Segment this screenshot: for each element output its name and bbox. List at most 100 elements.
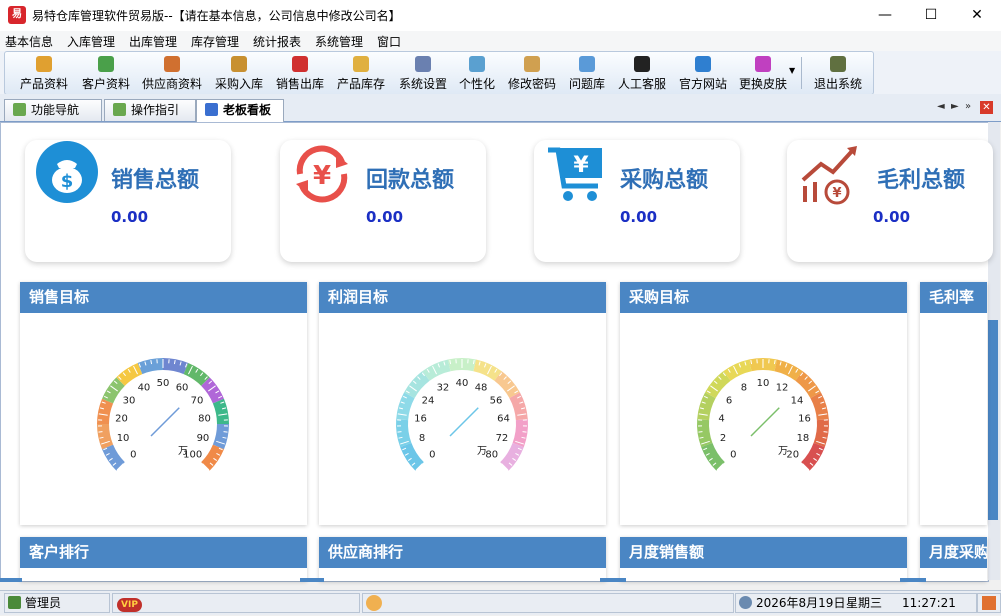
toolbar-product-button[interactable]: 产品资料 bbox=[13, 52, 75, 94]
vertical-scrollbar-thumb[interactable] bbox=[988, 320, 998, 520]
support-avatar-icon[interactable] bbox=[366, 595, 382, 611]
menu-inbound[interactable]: 入库管理 bbox=[67, 33, 115, 50]
gauge-band bbox=[701, 443, 725, 471]
status-home[interactable] bbox=[977, 593, 1001, 613]
toolbar-personalize-button[interactable]: 个性化 bbox=[452, 52, 502, 94]
kpi-card-gross-profit: ¥ 毛利总额 0.00 bbox=[787, 140, 993, 262]
gauge-band bbox=[400, 443, 424, 471]
scroll-thumb[interactable] bbox=[900, 578, 926, 582]
users-icon bbox=[8, 596, 21, 609]
panel-title: 月度销售额 bbox=[620, 537, 907, 568]
gauge-tick bbox=[699, 432, 703, 433]
toolbar: 产品资料 客户资料 供应商资料 采购入库 销售出库 产品库存 系统设置 个性化 … bbox=[0, 51, 1001, 94]
skin-dropdown-arrow-icon[interactable]: ▼ bbox=[789, 66, 795, 75]
toolbar-skin-button[interactable]: 更换皮肤 bbox=[733, 52, 793, 94]
toolbar-settings-button[interactable]: 系统设置 bbox=[392, 52, 454, 94]
toolbar-label: 销售出库 bbox=[269, 75, 331, 92]
gauge-tick-label: 14 bbox=[791, 395, 804, 406]
toolbar-customer-button[interactable]: 客户资料 bbox=[75, 52, 137, 94]
gauge-tick-label: 60 bbox=[176, 383, 189, 394]
menu-outbound[interactable]: 出库管理 bbox=[129, 33, 177, 50]
gauge-tick-label: 0 bbox=[730, 450, 736, 461]
kpi-title: 回款总额 bbox=[366, 162, 454, 194]
gauge-tick bbox=[224, 432, 228, 433]
panel-title: 销售目标 bbox=[20, 282, 307, 313]
kpi-value: 0.00 bbox=[111, 208, 148, 226]
menu-bar: 基本信息 入库管理 出库管理 库存管理 统计报表 系统管理 窗口 bbox=[0, 31, 1001, 51]
shopping-cart-icon: ¥ bbox=[544, 142, 608, 206]
toolbar-support-button[interactable]: 人工客服 bbox=[611, 52, 673, 94]
kpi-card-collection: ¥ 回款总额 0.00 bbox=[280, 140, 486, 262]
scroll-thumb[interactable] bbox=[600, 578, 626, 582]
tab-scroll-left-icon[interactable]: ◄ bbox=[937, 101, 945, 112]
toolbar-password-button[interactable]: 修改密码 bbox=[501, 52, 563, 94]
menu-window[interactable]: 窗口 bbox=[377, 33, 401, 50]
scroll-thumb[interactable] bbox=[0, 578, 22, 582]
toolbar-supplier-button[interactable]: 供应商资料 bbox=[137, 52, 207, 94]
vip-icon[interactable]: VIP bbox=[117, 598, 142, 612]
panel-customer-ranking: 客户排行 bbox=[20, 537, 307, 581]
status-bar: 管理员 VIP 2026年8月19日 星期三 11:27:21 bbox=[0, 590, 1001, 615]
gauge-tick-label: 20 bbox=[115, 413, 128, 424]
toolbar-website-button[interactable]: 官方网站 bbox=[672, 52, 734, 94]
status-info bbox=[362, 593, 734, 613]
close-button[interactable]: ✕ bbox=[954, 0, 1000, 31]
tab-scroll-right-icon[interactable]: ► bbox=[951, 101, 959, 112]
gauge-needle bbox=[151, 408, 179, 436]
gauge-unit: 万 bbox=[477, 446, 487, 457]
panel-title: 供应商排行 bbox=[319, 537, 606, 568]
minimize-button[interactable]: — bbox=[862, 0, 908, 31]
gauge-tick-label: 0 bbox=[130, 450, 136, 461]
gauge-band bbox=[213, 424, 229, 449]
tab-boss-dashboard[interactable]: 老板看板 bbox=[196, 99, 284, 122]
gauge-band bbox=[500, 443, 524, 471]
gauge-tick-label: 50 bbox=[157, 378, 170, 389]
svg-text:$: $ bbox=[61, 171, 74, 192]
toolbar-faq-button[interactable]: 问题库 bbox=[562, 52, 612, 94]
toolbar-inventory-button[interactable]: 产品库存 bbox=[330, 52, 392, 94]
product-icon bbox=[36, 56, 52, 72]
title-bar: 易 易特仓库管理软件贸易版--【请在基本信息，公司信息中修改公司名】 — ☐ ✕ bbox=[0, 0, 1001, 31]
gauge-unit: 万 bbox=[178, 446, 188, 457]
panel-gross-margin: 毛利率 bbox=[920, 282, 987, 525]
gauge-tick-label: 90 bbox=[197, 433, 210, 444]
toolbar-sales-out-button[interactable]: 销售出库 bbox=[269, 52, 331, 94]
window-title: 易特仓库管理软件贸易版--【请在基本信息，公司信息中修改公司名】 bbox=[32, 7, 401, 24]
toolbar-label: 个性化 bbox=[452, 75, 502, 92]
purchase-in-icon bbox=[231, 56, 247, 72]
kpi-title: 毛利总额 bbox=[877, 162, 965, 194]
tab-close-icon[interactable]: ✕ bbox=[980, 101, 993, 114]
panel-title: 客户排行 bbox=[20, 537, 307, 568]
toolbar-label: 客户资料 bbox=[75, 75, 137, 92]
panel-sales-target: 销售目标 0102030405060708090100万 bbox=[20, 282, 307, 525]
maximize-button[interactable]: ☐ bbox=[908, 0, 954, 31]
qq-icon bbox=[634, 56, 650, 72]
menu-reports[interactable]: 统计报表 bbox=[253, 33, 301, 50]
status-user: 管理员 bbox=[4, 593, 110, 613]
exit-icon bbox=[830, 56, 846, 72]
toolbar-exit-button[interactable]: 退出系统 bbox=[807, 52, 869, 94]
gauge-tick-label: 4 bbox=[718, 413, 724, 424]
gauge-tick bbox=[99, 432, 103, 433]
tab-label: 功能导航 bbox=[31, 103, 79, 117]
kpi-value: 0.00 bbox=[366, 208, 403, 226]
purchase-target-gauge: 02468101214161820万 bbox=[683, 344, 843, 474]
tab-list-icon[interactable]: » bbox=[965, 101, 971, 112]
toolbar-purchase-in-button[interactable]: 采购入库 bbox=[208, 52, 270, 94]
personalize-icon bbox=[469, 56, 485, 72]
toolbar-label: 更换皮肤 bbox=[733, 75, 793, 92]
menu-basic-info[interactable]: 基本信息 bbox=[5, 33, 53, 50]
gauge-tick-label: 48 bbox=[475, 383, 488, 394]
panel-profit-target: 利润目标 08162432404856647280万 bbox=[319, 282, 606, 525]
menu-inventory[interactable]: 库存管理 bbox=[191, 33, 239, 50]
app-logo-icon: 易 bbox=[8, 6, 26, 24]
tab-function-nav[interactable]: 功能导航 bbox=[4, 99, 102, 121]
toolbar-label: 供应商资料 bbox=[137, 75, 207, 92]
toolbar-label: 产品资料 bbox=[13, 75, 75, 92]
gauge-tick-label: 10 bbox=[757, 378, 770, 389]
gauge-tick-label: 12 bbox=[776, 383, 789, 394]
menu-system[interactable]: 系统管理 bbox=[315, 33, 363, 50]
scroll-thumb[interactable] bbox=[300, 578, 324, 582]
kpi-value: 0.00 bbox=[620, 208, 657, 226]
tab-operation-guide[interactable]: 操作指引 bbox=[104, 99, 196, 121]
